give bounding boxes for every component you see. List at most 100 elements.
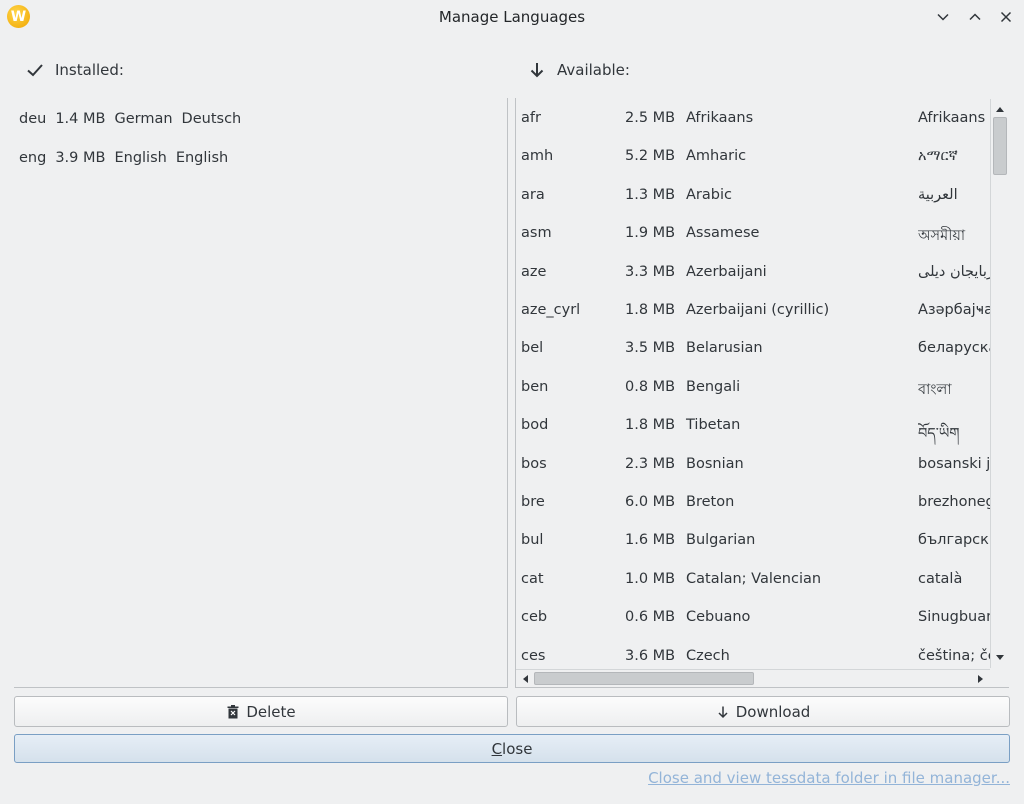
- lang-name: Arabic: [686, 186, 732, 203]
- lang-native: བོད་ཡིག: [918, 426, 960, 443]
- lang-size: 3.9 MB: [55, 150, 106, 166]
- lang-code: ces: [521, 647, 546, 664]
- triangle-down-icon: [996, 655, 1004, 660]
- available-row-bod[interactable]: bod 1.8 MB Tibetan བོད་ཡིག: [516, 415, 991, 442]
- lang-code: aze: [521, 263, 547, 280]
- installed-row-deu[interactable]: deu 1.4 MB German Deutsch: [19, 108, 250, 130]
- lang-native: čeština; český: [918, 647, 991, 664]
- delete-button[interactable]: Delete: [14, 696, 508, 727]
- lang-name: Azerbaijani (cyrillic): [686, 302, 830, 318]
- lang-code: deu: [19, 111, 47, 127]
- lang-native: অসমীয়া: [918, 228, 966, 245]
- installed-header-label: Installed:: [55, 61, 124, 79]
- lang-size: 1.4 MB: [55, 111, 106, 127]
- arrow-down-icon: [530, 63, 544, 78]
- lang-native: العربية: [918, 186, 958, 203]
- minimize-button[interactable]: [932, 6, 954, 28]
- open-tessdata-folder-link[interactable]: Close and view tessdata folder in file m…: [648, 769, 1010, 787]
- installed-header: Installed:: [26, 59, 124, 81]
- vertical-scrollbar[interactable]: [990, 99, 1009, 668]
- lang-name: Azerbaijani: [686, 263, 767, 280]
- lang-code: bre: [521, 494, 545, 510]
- lang-name: German: [114, 111, 173, 127]
- horizontal-scroll-thumb[interactable]: [534, 672, 754, 685]
- lang-size: 6.0 MB: [625, 494, 676, 510]
- download-button[interactable]: Download: [516, 696, 1010, 727]
- available-row-aze_cyrl[interactable]: aze_cyrl 1.8 MB Azerbaijani (cyrillic) Азәр…: [516, 300, 991, 322]
- available-row-ceb[interactable]: ceb 0.6 MB Cebuano Sinugbuanon: [516, 607, 991, 629]
- available-row-asm[interactable]: asm 1.9 MB Assamese অসমীয়া: [516, 223, 991, 245]
- lang-size: 2.3 MB: [625, 455, 676, 472]
- lang-code: ben: [521, 378, 549, 395]
- lang-name: Belarusian: [686, 340, 763, 357]
- lang-native: آذربایجان دیلی: [918, 263, 991, 280]
- lang-code: aze_cyrl: [521, 302, 581, 318]
- horizontal-scrollbar[interactable]: [516, 669, 990, 687]
- lang-size: 1.8 MB: [625, 417, 676, 434]
- lang-size: 5.2 MB: [625, 148, 676, 165]
- lang-native: Sinugbuanon: [918, 609, 991, 626]
- vertical-scroll-thumb[interactable]: [993, 117, 1007, 175]
- window-title: Manage Languages: [438, 8, 586, 26]
- lang-name: English: [114, 150, 167, 166]
- lang-name: Czech: [686, 647, 730, 664]
- available-row-ces[interactable]: ces 3.6 MB Czech čeština; český: [516, 646, 991, 668]
- lang-native: Азәрбајҹан: [918, 302, 991, 318]
- lang-name: Breton: [686, 494, 735, 510]
- installed-list[interactable]: deu 1.4 MB German Deutsch eng 3.9 MB Eng…: [14, 98, 508, 688]
- lang-size: 1.0 MB: [625, 570, 676, 587]
- lang-size: 3.6 MB: [625, 647, 676, 664]
- lang-size: 0.8 MB: [625, 378, 676, 395]
- lang-native: English: [175, 150, 229, 166]
- close-window-button[interactable]: [995, 6, 1017, 28]
- triangle-right-icon: [978, 674, 983, 683]
- lang-native: català: [918, 570, 963, 587]
- chevron-up-icon: [969, 13, 981, 21]
- lang-native: Afrikaans: [918, 110, 986, 126]
- trash-icon: [227, 704, 239, 718]
- close-button[interactable]: Close: [14, 734, 1010, 763]
- available-row-bos[interactable]: bos 2.3 MB Bosnian bosanski jezik: [516, 454, 991, 476]
- lang-code: bos: [521, 455, 547, 472]
- lang-name: Assamese: [686, 225, 760, 242]
- installed-row-eng[interactable]: eng 3.9 MB English English: [19, 147, 237, 169]
- delete-button-label: Delete: [246, 702, 296, 721]
- lang-size: 1.3 MB: [625, 186, 676, 203]
- lang-native: беларуская: [918, 340, 991, 357]
- lang-name: Catalan; Valencian: [686, 570, 822, 587]
- available-row-bul[interactable]: bul 1.6 MB Bulgarian български: [516, 530, 991, 552]
- lang-code: asm: [521, 225, 552, 242]
- lang-native: বাংলা: [918, 381, 952, 398]
- lang-code: bel: [521, 340, 544, 357]
- available-row-amh[interactable]: amh 5.2 MB Amharic አማርኛ: [516, 146, 991, 168]
- available-row-ben[interactable]: ben 0.8 MB Bengali বাংলা: [516, 377, 991, 399]
- lang-code: ara: [521, 186, 545, 203]
- lang-size: 2.5 MB: [625, 110, 676, 126]
- available-row-bel[interactable]: bel 3.5 MB Belarusian беларуская: [516, 338, 991, 360]
- triangle-up-icon: [996, 107, 1004, 112]
- close-icon: [1000, 11, 1012, 23]
- lang-size: 1.9 MB: [625, 225, 676, 242]
- available-row-aze[interactable]: aze 3.3 MB Azerbaijani آذربایجان دیلی: [516, 262, 991, 284]
- available-row-afr[interactable]: afr 2.5 MB Afrikaans Afrikaans: [516, 108, 991, 130]
- available-row-cat[interactable]: cat 1.0 MB Catalan; Valencian català: [516, 569, 991, 591]
- available-header-label: Available:: [557, 61, 630, 79]
- scroll-up-arrow[interactable]: [991, 101, 1009, 117]
- lang-name: Amharic: [686, 148, 747, 165]
- lang-code: bod: [521, 417, 549, 434]
- available-list[interactable]: afr 2.5 MB Afrikaans Afrikaans amh 5.2 MB Amha…: [515, 98, 1009, 688]
- lang-code: afr: [521, 110, 541, 126]
- arrow-down-icon: [718, 706, 728, 718]
- available-row-bre[interactable]: bre 6.0 MB Breton brezhoneg: [516, 492, 991, 514]
- lang-size: 0.6 MB: [625, 609, 676, 626]
- available-row-ara[interactable]: ara 1.3 MB Arabic العربية: [516, 185, 991, 207]
- maximize-button[interactable]: [964, 6, 986, 28]
- lang-size: 1.8 MB: [625, 302, 676, 318]
- scroll-down-arrow[interactable]: [991, 650, 1009, 666]
- lang-code: ceb: [521, 609, 548, 626]
- lang-name: Bengali: [686, 378, 741, 395]
- lang-size: 1.6 MB: [625, 532, 676, 549]
- lang-code: cat: [521, 570, 544, 587]
- scroll-left-arrow[interactable]: [517, 670, 533, 687]
- scroll-right-arrow[interactable]: [973, 670, 989, 687]
